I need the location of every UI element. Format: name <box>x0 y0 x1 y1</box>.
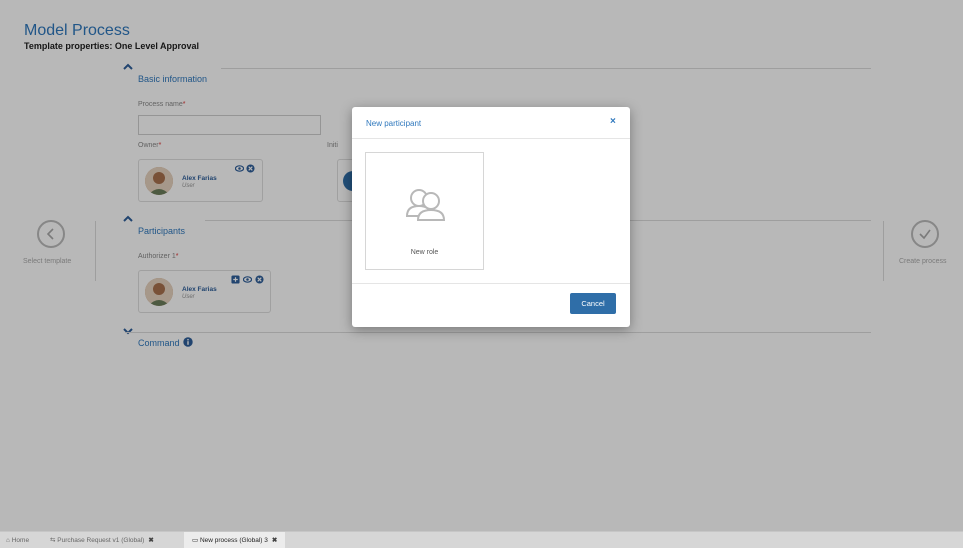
cancel-button[interactable]: Cancel <box>570 293 616 314</box>
new-participant-dialog: New participant × New role Cancel <box>352 107 630 327</box>
dialog-title: New participant <box>366 119 422 128</box>
tab-home[interactable]: ⌂ Home <box>6 532 29 548</box>
bottom-tab-bar: ⌂ Home ⇆ Purchase Request v1 (Global) ✖ ▭… <box>0 531 963 548</box>
window-icon: ▭ <box>192 537 200 544</box>
tab-new-process[interactable]: ▭ New process (Global) 3 ✖ <box>184 532 286 548</box>
new-role-label: New role <box>410 249 439 256</box>
close-icon[interactable]: × <box>610 116 616 127</box>
dialog-header-divider <box>352 138 630 139</box>
tab-purchase-request[interactable]: ⇆ Purchase Request v1 (Global) ✖ <box>50 532 154 548</box>
close-tab-icon[interactable]: ✖ <box>148 537 153 544</box>
dialog-footer-divider <box>352 283 630 284</box>
new-role-option[interactable]: New role <box>365 152 484 270</box>
close-tab-icon[interactable]: ✖ <box>272 537 277 544</box>
role-group-icon <box>405 189 446 221</box>
